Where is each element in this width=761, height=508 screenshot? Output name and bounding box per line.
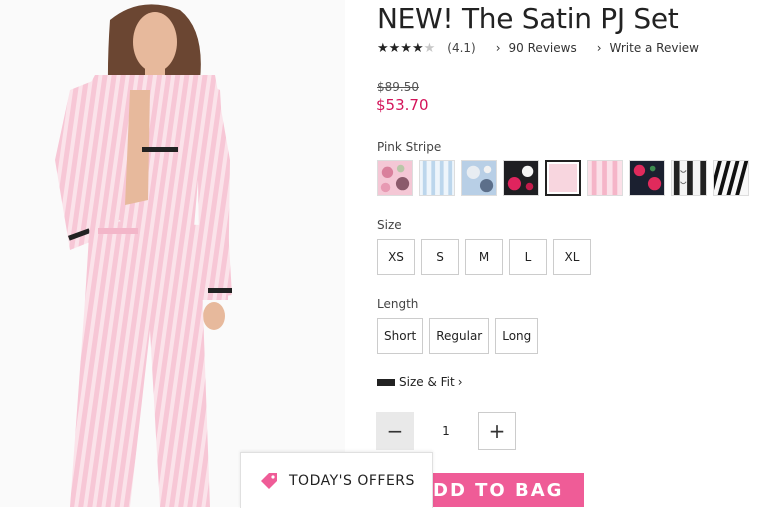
swatch-black-floral[interactable] [503,160,539,196]
chevron-right-icon: › [596,41,602,55]
swatch-black-stripe-pattern [714,161,748,195]
swatch-blue-floral-pattern [462,161,496,195]
quantity-decrease-button[interactable]: − [376,412,414,450]
product-photo-illustration [0,0,345,507]
size-fit-label: Size & Fit [399,375,455,389]
chevron-right-icon: › [495,41,501,55]
reviews-link-label: 90 Reviews [508,41,577,55]
tag-icon [261,472,277,489]
length-option-long[interactable]: Long [495,318,539,354]
swatch-black-script-pattern [672,161,706,195]
quantity-value[interactable]: 1 [414,424,478,438]
swatch-pink-solid-fill [549,164,577,192]
swatch-navy-rose-pattern [630,161,664,195]
reviews-link[interactable]: › 90 Reviews [496,41,577,55]
color-label: Pink Stripe [377,140,442,154]
swatch-black-script[interactable] [671,160,707,196]
size-option-l[interactable]: L [509,239,547,275]
todays-offers-tab[interactable]: TODAY'S OFFERS [240,452,433,508]
size-label: Size [377,218,402,232]
original-price: $89.50 [377,80,419,94]
chevron-right-icon: › [457,375,463,389]
size-option-xl[interactable]: XL [553,239,591,275]
sale-price: $53.70 [376,96,429,114]
length-options: Short Regular Long [377,318,539,354]
swatch-pink-floral[interactable] [377,160,413,196]
swatch-blue-stripe[interactable] [419,160,455,196]
swatch-pink-stripe-pattern [588,161,622,195]
quantity-increase-button[interactable]: + [478,412,516,450]
ruler-icon [377,378,395,386]
length-option-short[interactable]: Short [377,318,424,354]
size-option-m[interactable]: M [465,239,503,275]
swatch-black-floral-pattern [504,161,538,195]
rating-row: ★★★★★ (4.1) › 90 Reviews › Write a Revie… [377,39,699,57]
swatch-pink-solid[interactable] [545,160,581,196]
swatch-navy-rose[interactable] [629,160,665,196]
swatch-pink-stripe[interactable] [587,160,623,196]
write-review-label: Write a Review [609,41,699,55]
add-to-bag-button[interactable]: DD TO BAG [413,473,584,507]
length-option-regular[interactable]: Regular [429,318,490,354]
size-option-s[interactable]: S [421,239,459,275]
size-fit-link[interactable]: Size & Fit › [377,375,463,389]
color-swatches [377,160,749,196]
write-review-link[interactable]: › Write a Review [597,41,699,55]
swatch-black-stripe[interactable] [713,160,749,196]
rating-value: (4.1) [447,41,476,55]
star-rating-icon[interactable]: ★★★★★ [377,41,435,56]
swatch-blue-floral[interactable] [461,160,497,196]
size-option-xs[interactable]: XS [377,239,415,275]
product-title: NEW! The Satin PJ Set [377,2,679,35]
size-options: XS S M L XL [377,239,591,275]
swatch-blue-stripe-pattern [420,161,454,195]
product-image[interactable] [0,0,345,507]
swatch-pink-floral-pattern [378,161,412,195]
length-label: Length [377,297,419,311]
quantity-stepper: − 1 + [376,412,516,450]
todays-offers-label: TODAY'S OFFERS [289,472,415,489]
